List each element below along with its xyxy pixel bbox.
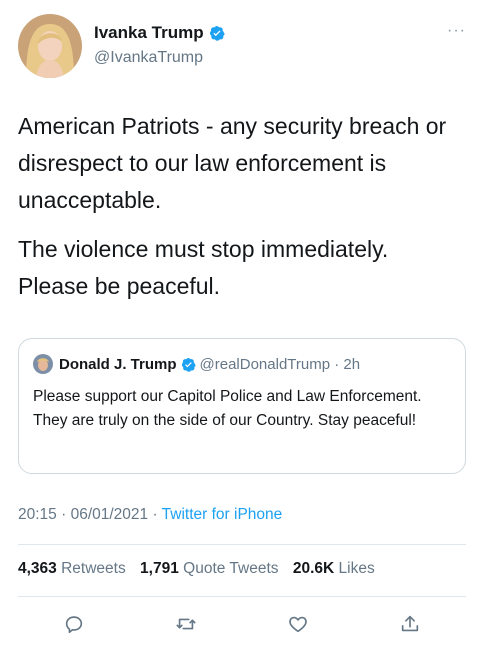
quotes-count: 1,791	[140, 560, 179, 577]
tweet-source-link[interactable]: Twitter for iPhone	[162, 506, 283, 523]
retweets-stat[interactable]: 4,363 Retweets	[18, 560, 126, 577]
heart-icon	[289, 616, 307, 633]
verified-badge-icon	[181, 357, 196, 372]
divider	[18, 596, 466, 597]
retweet-button[interactable]	[174, 612, 198, 636]
tweet-time[interactable]: 20:15	[18, 506, 57, 523]
tweet-stats: 4,363 Retweets 1,791 Quote Tweets 20.6K …	[18, 560, 375, 578]
like-button[interactable]	[286, 612, 310, 636]
author-name[interactable]: Ivanka Trump	[94, 23, 204, 43]
quoted-author-handle: @realDonaldTrump	[199, 355, 331, 373]
quoted-dot-separator: ·	[330, 355, 344, 373]
share-icon	[401, 615, 419, 632]
tweet-paragraph: The violence must stop immediately. Plea…	[18, 236, 389, 299]
quoted-tweet-header: Donald J. Trump @realDonaldTrump · 2h	[33, 353, 451, 375]
likes-count: 20.6K	[292, 560, 335, 577]
verified-badge-icon	[209, 26, 225, 41]
retweets-label: Retweets	[61, 560, 126, 577]
tweet-actions	[18, 610, 466, 638]
likes-label: Likes	[338, 560, 375, 577]
author-avatar[interactable]	[18, 14, 82, 78]
ellipsis-icon[interactable]: ···	[447, 22, 466, 40]
likes-stat[interactable]: 20.6K Likes	[293, 560, 375, 577]
divider	[18, 544, 466, 545]
retweets-count: 4,363	[18, 560, 57, 577]
tweet-paragraph: American Patriots - any security breach …	[18, 113, 447, 213]
quotes-label: Quote Tweets	[183, 560, 279, 577]
retweet-icon	[176, 618, 196, 630]
quoted-author-avatar	[33, 354, 53, 374]
quoted-tweet[interactable]: Donald J. Trump @realDonaldTrump · 2h Pl…	[18, 338, 466, 474]
speech-bubble-icon	[65, 616, 83, 634]
quoted-author-name: Donald J. Trump	[59, 355, 177, 373]
author-handle[interactable]: @IvankaTrump	[94, 49, 225, 67]
share-button[interactable]	[398, 612, 422, 636]
reply-button[interactable]	[62, 612, 86, 636]
quotes-stat[interactable]: 1,791 Quote Tweets	[140, 560, 278, 577]
tweet-date[interactable]: 06/01/2021	[71, 506, 149, 523]
meta-separator: ·	[61, 506, 71, 523]
author-block: Ivanka Trump @IvankaTrump	[94, 22, 225, 67]
tweet-header: Ivanka Trump @IvankaTrump ···	[18, 14, 466, 78]
tweet-meta: 20:15 · 06/01/2021 · Twitter for iPhone	[18, 506, 282, 524]
tweet-body: American Patriots - any security breach …	[18, 108, 458, 317]
quoted-tweet-age: 2h	[343, 355, 361, 373]
meta-separator: ·	[152, 506, 162, 523]
quoted-tweet-text: Please support our Capitol Police and La…	[33, 388, 422, 429]
